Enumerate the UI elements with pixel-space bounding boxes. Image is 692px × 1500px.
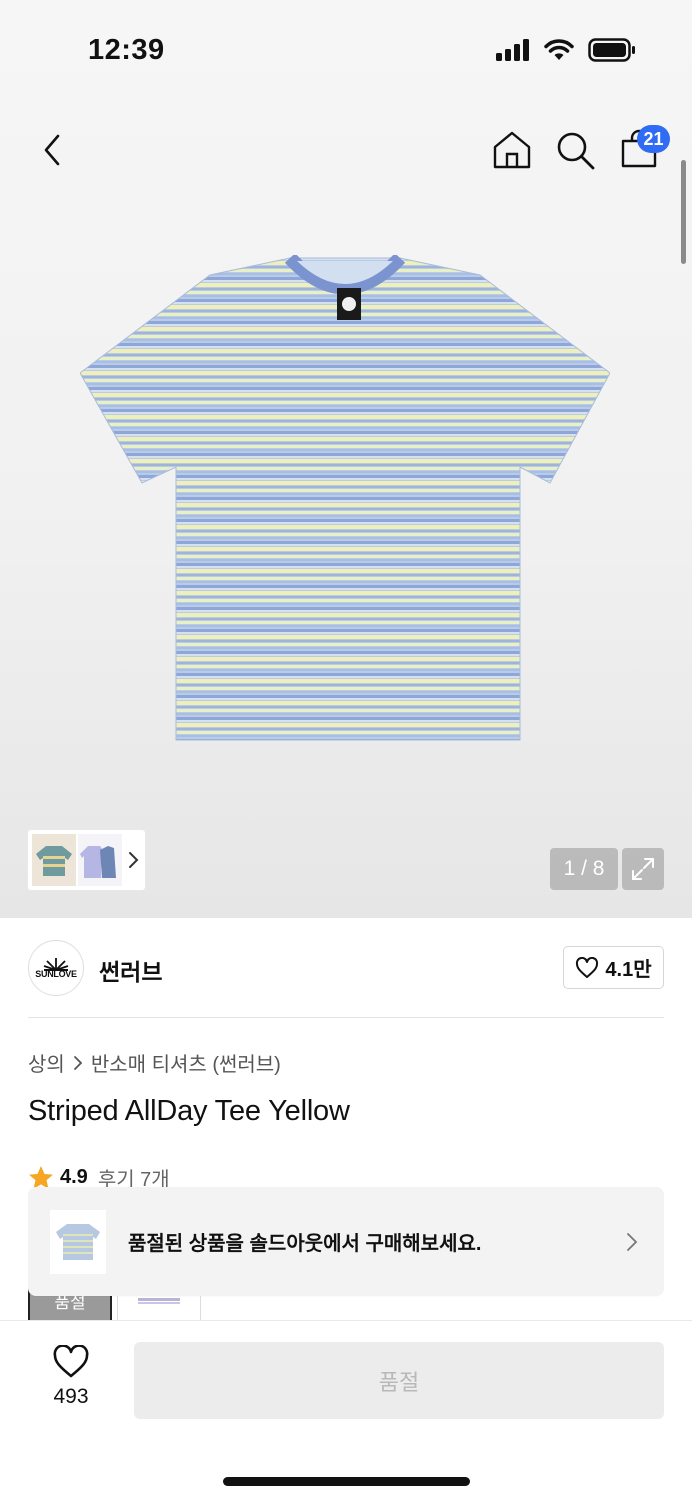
brand-like-button[interactable]: 4.1만 (563, 946, 664, 989)
battery-icon (588, 38, 635, 62)
home-button[interactable] (490, 128, 534, 172)
breadcrumb-category[interactable]: 상의 (28, 1048, 65, 1077)
home-indicator[interactable] (223, 1477, 470, 1486)
wifi-icon (544, 39, 574, 60)
chevron-right-icon (73, 1055, 83, 1070)
wishlist-count: 493 (53, 1385, 89, 1408)
soldout-button[interactable]: 품절 (134, 1342, 664, 1419)
home-icon (493, 131, 531, 169)
brand-logo-text: SUNLOVE (35, 969, 77, 979)
product-title: Striped AllDay Tee Yellow (28, 1095, 350, 1127)
breadcrumb: 상의 반소매 티셔츠 (썬러브) (28, 1048, 281, 1077)
product-thumbnail-image (56, 1223, 100, 1260)
chevron-left-icon (44, 134, 60, 166)
chevron-right-icon (129, 852, 139, 868)
heart-icon (576, 956, 599, 978)
thumbnail-2[interactable] (78, 834, 122, 886)
fullscreen-button[interactable] (622, 848, 664, 890)
chevron-right-icon (627, 1232, 638, 1251)
thumbnail-strip[interactable] (28, 830, 145, 890)
rating-value: 4.9 (60, 1166, 88, 1188)
heart-icon (53, 1345, 89, 1378)
image-page-counter: 1 / 8 (550, 848, 618, 890)
status-time: 12:39 (88, 34, 165, 66)
status-icons (496, 38, 636, 62)
scrollbar[interactable] (681, 160, 686, 264)
banner-thumbnail (50, 1209, 106, 1274)
back-button[interactable] (30, 128, 74, 172)
wishlist-button[interactable]: 493 (40, 1345, 102, 1415)
divider (28, 1017, 664, 1018)
expand-icon (632, 858, 654, 880)
soldout-banner[interactable]: 품절된 상품을 솔드아웃에서 구매해보세요. (28, 1187, 664, 1296)
cart-count-badge: 21 (637, 125, 670, 153)
breadcrumb-subcategory[interactable]: 반소매 티셔츠 (썬러브) (91, 1048, 281, 1077)
search-button[interactable] (553, 128, 597, 172)
brand-name[interactable]: 썬러브 (99, 953, 162, 987)
thumbnail-1[interactable] (32, 834, 76, 886)
brand-like-count: 4.1만 (605, 959, 652, 981)
brand-logo[interactable]: SUNLOVE (28, 940, 84, 996)
search-icon (557, 132, 595, 170)
banner-message: 품절된 상품을 솔드아웃에서 구매해보세요. (128, 1233, 482, 1255)
product-image[interactable] (80, 255, 610, 750)
signal-icon (496, 39, 529, 61)
